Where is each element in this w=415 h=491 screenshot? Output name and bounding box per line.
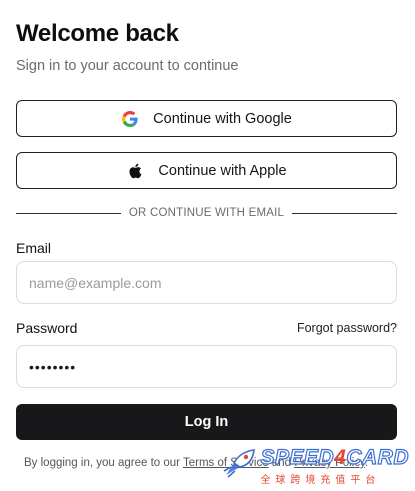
divider-line-left <box>16 212 121 214</box>
apple-icon <box>126 162 144 180</box>
forgot-password-link[interactable]: Forgot password? <box>297 321 397 335</box>
login-page: Welcome back Sign in to your account to … <box>0 0 415 491</box>
log-in-button[interactable]: Log In <box>16 404 397 440</box>
watermark-brand-part3: CARD <box>346 446 409 469</box>
divider-line-right <box>292 212 397 214</box>
email-field[interactable] <box>16 261 397 304</box>
watermark-brand: SPEED4CARD <box>260 446 409 469</box>
watermark-tagline: 全球跨境充值平台 <box>260 475 381 486</box>
password-field[interactable] <box>16 345 397 388</box>
google-g-icon <box>121 110 139 128</box>
password-label: Password <box>16 320 78 336</box>
speed4card-watermark: SPEED4CARD 全球跨境充值平台 <box>222 446 409 486</box>
google-button-label: Continue with Google <box>153 110 292 127</box>
legal-prefix: By logging in, you agree to our <box>24 457 183 469</box>
watermark-brand-part2: 4 <box>334 446 347 469</box>
page-title: Welcome back <box>16 20 179 47</box>
watermark-text: SPEED4CARD 全球跨境充值平台 <box>260 446 409 486</box>
divider: OR CONTINUE WITH EMAIL <box>16 204 397 222</box>
divider-text: OR CONTINUE WITH EMAIL <box>128 207 285 219</box>
continue-with-google-button[interactable]: Continue with Google <box>16 100 397 137</box>
apple-button-label: Continue with Apple <box>158 162 287 179</box>
rocket-icon <box>222 449 256 484</box>
page-subtitle: Sign in to your account to continue <box>16 58 239 74</box>
watermark-brand-part1: SPEED <box>260 446 335 469</box>
email-label: Email <box>16 240 52 256</box>
continue-with-apple-button[interactable]: Continue with Apple <box>16 152 397 189</box>
